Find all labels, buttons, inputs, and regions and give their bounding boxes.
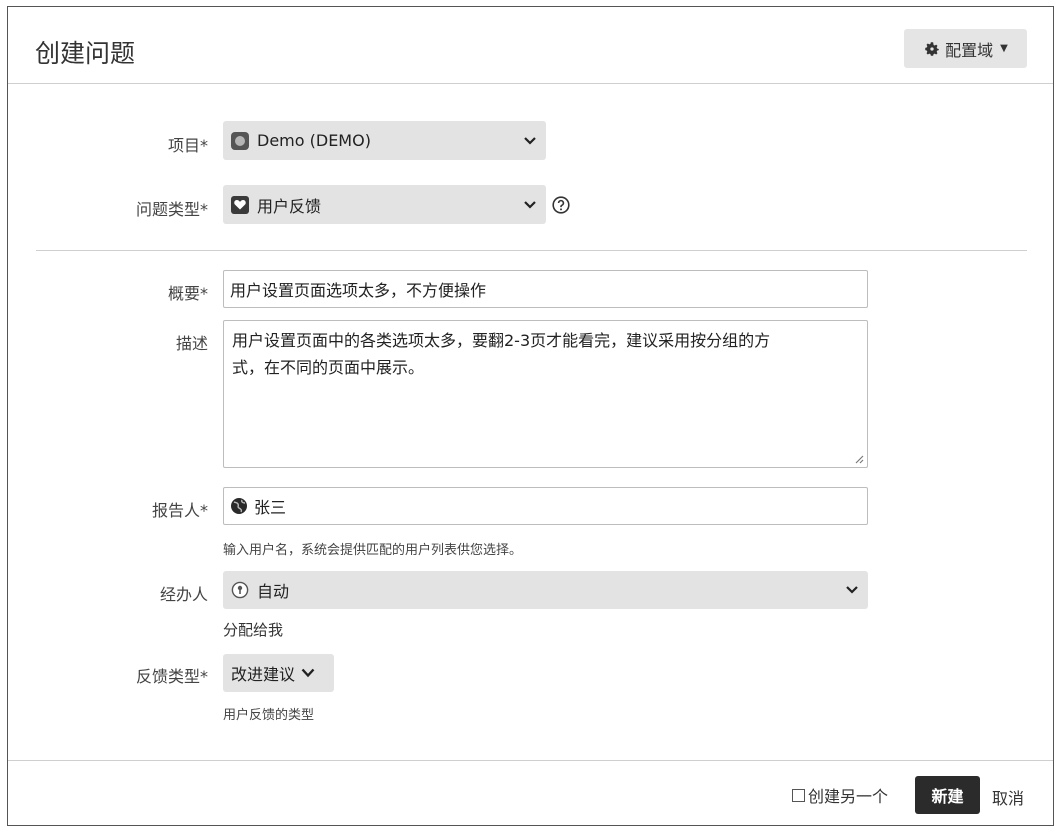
issue-type-select[interactable]: 用户反馈 (223, 185, 546, 224)
auto-assign-icon (231, 581, 249, 599)
feedback-type-select-value: 改进建议 (231, 665, 296, 684)
project-select[interactable]: Demo (DEMO) (223, 121, 546, 160)
feedback-type-hint: 用户反馈的类型 (223, 708, 315, 723)
reporter-label: 报告人* (151, 501, 208, 520)
create-another-checkbox[interactable]: 创建另一个 (792, 783, 888, 807)
section-divider (36, 250, 1027, 251)
summary-input-value: 用户设置页面选项太多，不方便操作 (230, 281, 487, 300)
resize-handle-icon[interactable] (854, 454, 864, 464)
create-issue-dialog: 创建问题 配置域 ▼ 项目* Demo (DEMO) 问题类型* 用户反馈 概要… (7, 6, 1054, 826)
reporter-hint: 输入用户名，系统会提供匹配的用户列表供您选择。 (223, 543, 523, 558)
issue-type-label: 问题类型* (135, 200, 208, 219)
description-line-2: 式，在不同的页面中展示。 (232, 358, 425, 377)
create-another-label: 创建另一个 (808, 787, 889, 806)
configure-fields-button[interactable]: 配置域 ▼ (904, 29, 1027, 68)
assignee-select-value: 自动 (257, 582, 290, 601)
dialog-header: 创建问题 配置域 ▼ (8, 7, 1053, 84)
description-textarea[interactable]: 用户设置页面中的各类选项太多，要翻2-3页才能看完，建议采用按分组的方 式，在不… (223, 320, 868, 468)
gear-icon (925, 41, 939, 56)
heart-icon (231, 195, 249, 214)
reporter-input[interactable]: 张三 (223, 487, 868, 525)
chevron-down-icon (524, 200, 536, 209)
assignee-select[interactable]: 自动 (223, 571, 868, 609)
dialog-footer-divider (8, 760, 1053, 761)
assign-to-me-link[interactable]: 分配给我 (223, 619, 283, 640)
feedback-type-label: 反馈类型* (135, 667, 208, 686)
project-avatar-icon (231, 131, 249, 150)
chevron-down-icon (301, 668, 315, 678)
assignee-label: 经办人 (159, 585, 208, 604)
globe-avatar-icon (231, 498, 247, 514)
summary-label: 概要* (167, 284, 208, 303)
project-select-value: Demo (DEMO) (257, 131, 371, 150)
create-button[interactable]: 新建 (915, 776, 980, 814)
dialog-title: 创建问题 (35, 39, 136, 68)
description-line-1: 用户设置页面中的各类选项太多，要翻2-3页才能看完，建议采用按分组的方 (232, 331, 771, 350)
chevron-down-icon (524, 136, 536, 145)
configure-fields-label: 配置域 (945, 40, 994, 60)
summary-input[interactable]: 用户设置页面选项太多，不方便操作 (223, 270, 868, 308)
reporter-input-value: 张三 (254, 498, 287, 517)
feedback-type-select[interactable]: 改进建议 (223, 654, 334, 692)
issue-type-select-value: 用户反馈 (257, 196, 322, 216)
cancel-link[interactable]: 取消 (992, 785, 1024, 809)
description-label: 描述 (175, 334, 208, 353)
help-icon[interactable] (552, 196, 570, 214)
checkbox-box[interactable] (792, 788, 805, 802)
caret-down-icon: ▼ (1000, 43, 1008, 54)
chevron-down-icon (846, 586, 858, 594)
project-label: 项目* (167, 136, 208, 155)
